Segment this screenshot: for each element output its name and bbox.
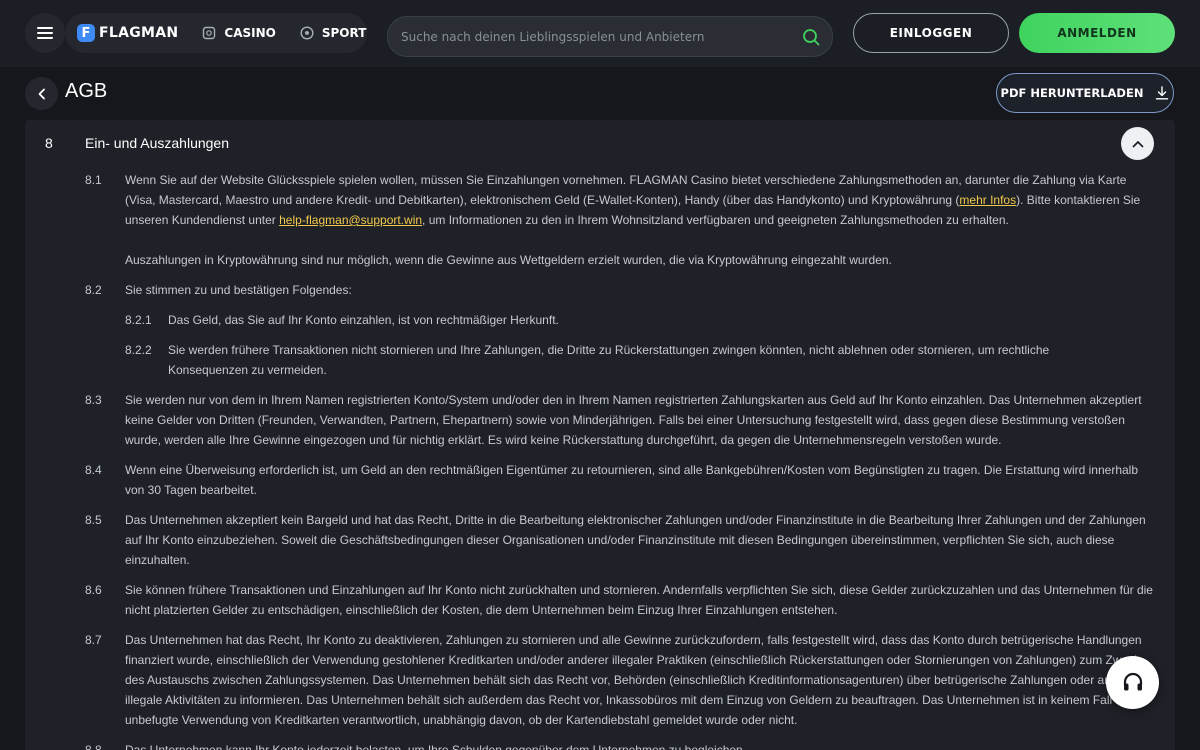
nav-sport-label: SPORT [321,26,367,40]
nav-sport[interactable]: SPORT [288,17,379,49]
download-icon [1156,86,1169,100]
login-button[interactable]: EINLOGGEN [853,13,1009,53]
logo-badge: F [77,24,95,42]
pdf-download-button[interactable]: PDF HERUNTERLADEN [996,73,1174,113]
collapse-button[interactable] [1121,127,1154,160]
casino-chip-icon [203,26,216,40]
more-info-link[interactable]: mehr Infos [959,193,1016,207]
item-number: 8.3 [85,393,102,407]
item-text: Wenn eine Überweisung erforderlich ist, … [125,463,1139,497]
item-text: Das Unternehmen kann Ihr Konto jederzeit… [125,743,747,750]
item-number: 8.8 [85,743,102,750]
item-text: Das Geld, das Sie auf Ihr Konto einzahle… [168,313,559,327]
item-text: Sie stimmen zu und bestätigen Folgendes: [125,283,352,297]
item-number: 8.7 [85,633,102,647]
item-number: 8.1 [85,173,102,187]
section-title[interactable]: Ein- und Auszahlungen [85,135,229,151]
chevron-left-icon [38,88,45,99]
item-number: 8.2.1 [125,313,152,327]
terms-section-panel: 8 Ein- und Auszahlungen 8.1 Wenn Sie auf… [25,120,1175,750]
item-number: 8.5 [85,513,102,527]
list-item: Wenn Sie auf der Website Glücksspiele sp… [125,170,1155,230]
headset-icon [1123,672,1142,690]
nav-casino[interactable]: CASINO [190,17,287,49]
item-text: Das Unternehmen hat das Recht, Ihr Konto… [125,633,1149,727]
support-chat-button[interactable] [1106,656,1159,709]
nav-casino-label: CASINO [224,26,276,40]
pdf-download-label: PDF HERUNTERLADEN [1000,86,1144,100]
back-button[interactable] [25,77,58,110]
item-number: 8.4 [85,463,102,477]
section-number: 8 [45,135,53,151]
item-number: 8.2.2 [125,343,152,357]
logo-text: FLAGMAN [99,25,179,41]
item-number: 8.2 [85,283,102,297]
menu-button[interactable] [25,13,65,53]
search-icon[interactable] [802,28,820,46]
item-text: Auszahlungen in Kryptowährung sind nur m… [125,253,892,267]
brand-nav: F FLAGMAN CASINO SPORT [65,13,367,53]
item-number: 8.6 [85,583,102,597]
chevron-up-icon [1132,140,1143,147]
logo[interactable]: F FLAGMAN [77,24,178,42]
search-input[interactable] [401,29,802,44]
top-bar: F FLAGMAN CASINO SPORT EINLOGGEN ANMELD [0,0,1200,67]
page-title: AGB [65,80,108,102]
register-button[interactable]: ANMELDEN [1019,13,1175,53]
item-text: , um Informationen zu den in Ihrem Wohns… [422,213,1009,227]
item-text: Sie können frühere Transaktionen und Ein… [125,583,1153,617]
item-text: Sie werden frühere Transaktionen nicht s… [168,343,1050,377]
item-text: Sie werden nur von dem in Ihrem Namen re… [125,393,1142,447]
football-icon [300,26,314,40]
support-email-link[interactable]: help-flagman@support.win [279,213,422,227]
item-text: Das Unternehmen akzeptiert kein Bargeld … [125,513,1146,567]
search-bar [387,16,833,57]
hamburger-icon [37,27,53,39]
